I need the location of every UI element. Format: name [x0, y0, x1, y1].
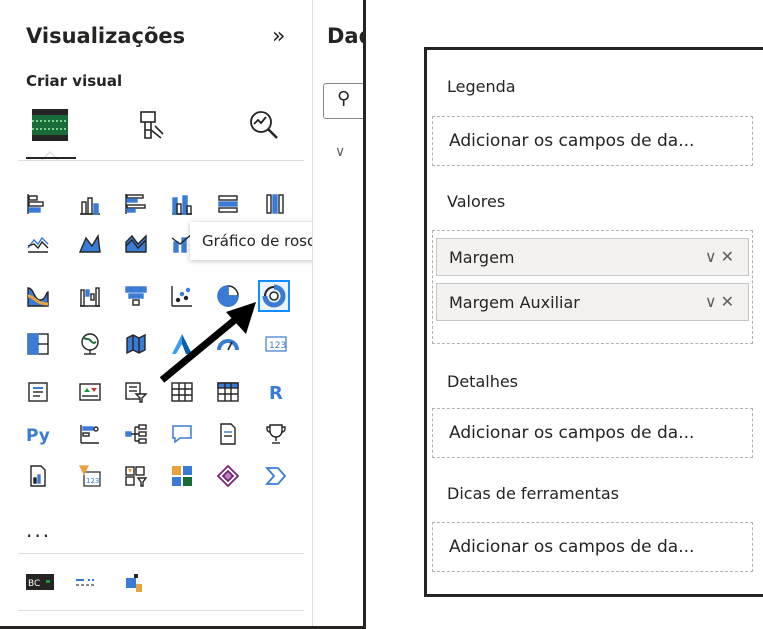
svg-text:Py: Py: [26, 426, 50, 446]
chevron-down-icon[interactable]: ∨: [705, 292, 721, 311]
build-visual-label: Criar visual: [26, 72, 123, 90]
collapse-pane-icon[interactable]: »: [272, 24, 285, 49]
active-tab-underline: [26, 157, 76, 159]
line-chart-icon[interactable]: [24, 228, 52, 256]
custom-block-visual-icon[interactable]: [120, 568, 148, 596]
paginated-report-icon[interactable]: [24, 462, 52, 490]
custom-bc-visual-icon[interactable]: BC: [24, 568, 58, 596]
build-visual-icon[interactable]: [28, 103, 72, 147]
tooltips-well-label: Dicas de ferramentas: [447, 484, 620, 503]
pane-title: Visualizações: [26, 24, 186, 48]
100-percent-column-chart-icon[interactable]: [262, 190, 290, 218]
filled-map-icon[interactable]: [122, 330, 150, 358]
multi-row-card-icon[interactable]: [24, 378, 52, 406]
treemap-icon[interactable]: [24, 330, 52, 358]
key-influencers-icon[interactable]: [76, 420, 104, 448]
svg-text:BC: BC: [28, 579, 40, 589]
waterfall-chart-icon[interactable]: [76, 282, 104, 310]
power-automate-icon[interactable]: [122, 462, 150, 490]
funnel-chart-icon[interactable]: [122, 282, 150, 310]
data-pane: Dad ⚲ ∨: [312, 0, 365, 629]
analytics-icon[interactable]: [242, 103, 286, 147]
decomposition-tree-icon[interactable]: [122, 420, 150, 448]
tooltips-drop-zone[interactable]: Adicionar os campos de da...: [432, 522, 753, 572]
chevron-down-icon[interactable]: ∨: [335, 144, 345, 160]
area-chart-icon[interactable]: [76, 228, 104, 256]
clustered-column-chart-icon[interactable]: [168, 190, 196, 218]
bottom-separator: [18, 610, 304, 611]
details-drop-zone[interactable]: Adicionar os campos de da...: [432, 408, 753, 458]
power-automate-flow-icon[interactable]: [262, 462, 290, 490]
values-field-pill[interactable]: Margem Auxiliar ∨✕: [436, 283, 749, 321]
annotation-arrow: [159, 302, 256, 383]
qna-icon[interactable]: [168, 420, 196, 448]
more-visuals-icon[interactable]: ...: [26, 518, 51, 542]
100-percent-bar-chart-icon[interactable]: [214, 190, 242, 218]
custom-visuals-separator: [18, 553, 304, 554]
slicer-icon[interactable]: [122, 378, 150, 406]
values-field-pill[interactable]: Margem ∨✕: [436, 238, 749, 276]
smart-narrative-icon[interactable]: [214, 420, 242, 448]
svg-text:R: R: [269, 383, 283, 404]
field-name: Margem Auxiliar: [449, 292, 580, 312]
power-apps-diamond-icon[interactable]: [214, 462, 242, 490]
goals-icon[interactable]: [262, 420, 290, 448]
stacked-bar-chart-icon[interactable]: [24, 190, 52, 218]
format-visual-icon[interactable]: [130, 103, 174, 147]
kpi-icon[interactable]: [76, 378, 104, 406]
tabs-separator: [18, 160, 304, 161]
metrics-visual-icon[interactable]: [168, 462, 196, 490]
svg-text:123: 123: [86, 477, 99, 485]
visualizations-pane: Visualizações » Criar visual 123 R Py 12…: [0, 0, 337, 629]
map-icon[interactable]: [76, 330, 104, 358]
data-pane-title: Dad: [327, 24, 365, 48]
close-icon[interactable]: ✕: [721, 292, 738, 311]
details-well-label: Detalhes: [447, 372, 519, 391]
svg-text:123: 123: [269, 341, 286, 351]
close-icon[interactable]: ✕: [721, 247, 738, 266]
values-well-label: Valores: [447, 192, 506, 211]
search-icon: ⚲: [337, 88, 351, 109]
legend-drop-zone[interactable]: Adicionar os campos de da...: [432, 116, 753, 166]
screenshot-frame-right: [363, 0, 366, 629]
stacked-area-chart-icon[interactable]: [122, 228, 150, 256]
power-apps-icon[interactable]: 123: [76, 462, 104, 490]
field-name: Margem: [449, 247, 515, 267]
python-visual-icon[interactable]: Py: [24, 420, 56, 448]
chevron-down-icon[interactable]: ∨: [705, 247, 721, 266]
custom-timeline-visual-icon[interactable]: [72, 568, 100, 596]
clustered-bar-chart-icon[interactable]: [122, 190, 150, 218]
ribbon-chart-icon[interactable]: [24, 282, 52, 310]
stacked-column-chart-icon[interactable]: [76, 190, 104, 218]
legend-well-label: Legenda: [447, 77, 516, 96]
